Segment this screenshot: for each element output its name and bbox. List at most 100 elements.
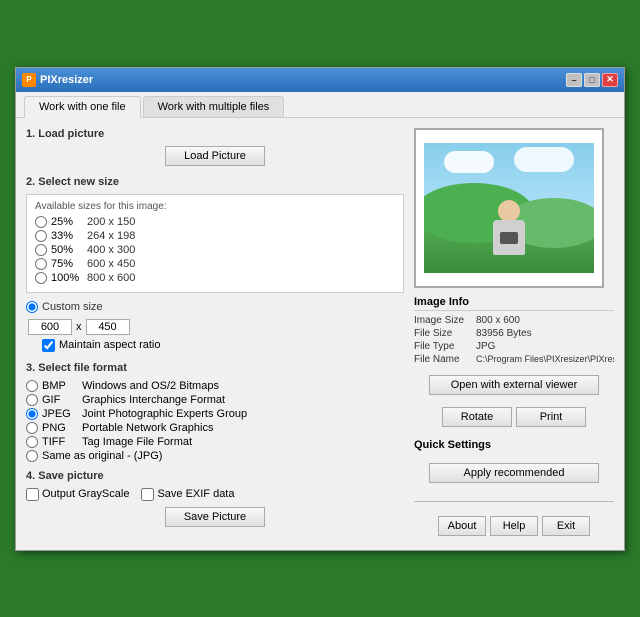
custom-size-inputs: x xyxy=(26,319,404,335)
format-same: Same as original - (JPG) xyxy=(26,450,404,462)
close-button[interactable]: ✕ xyxy=(602,73,618,87)
format-radio-tiff[interactable] xyxy=(26,436,38,448)
format-section: 3. Select file format BMP Windows and OS… xyxy=(26,362,404,462)
about-help-exit-row: About Help Exit xyxy=(414,516,614,536)
file-type-val: JPG xyxy=(476,341,614,352)
maximize-button[interactable]: □ xyxy=(584,73,600,87)
save-section: 4. Save picture Output GrayScale Save EX… xyxy=(26,470,404,527)
apply-recommended-button[interactable]: Apply recommended xyxy=(429,463,599,483)
format-tiff: TIFF Tag Image File Format xyxy=(26,436,404,448)
aspect-ratio-row: Maintain aspect ratio xyxy=(26,339,404,352)
main-content: 1. Load picture Load Picture 2. Select n… xyxy=(16,118,624,550)
main-window: P PIXresizer – □ ✕ Work with one file Wo… xyxy=(15,67,625,551)
print-button[interactable]: Print xyxy=(516,407,586,427)
image-info-title: Image Info xyxy=(414,296,614,311)
file-type-row: File Type JPG xyxy=(414,341,614,352)
size-radio-100[interactable] xyxy=(35,272,47,284)
app-icon: P xyxy=(22,73,36,87)
exif-row: Save EXIF data xyxy=(141,488,234,501)
external-viewer-row: Open with external viewer xyxy=(414,375,614,395)
size-radio-custom[interactable] xyxy=(26,301,38,313)
right-panel: Image Info Image Size 800 x 600 File Siz… xyxy=(414,128,614,540)
rotate-print-row: Rotate Print xyxy=(414,407,614,427)
format-jpeg: JPEG Joint Photographic Experts Group xyxy=(26,408,404,420)
format-radio-same[interactable] xyxy=(26,450,38,462)
window-controls: – □ ✕ xyxy=(566,73,618,87)
size-option-25: 25% 200 x 150 xyxy=(35,216,395,228)
image-size-row: Image Size 800 x 600 xyxy=(414,315,614,326)
save-section-label: 4. Save picture xyxy=(26,470,404,482)
grayscale-label: Output GrayScale xyxy=(42,488,129,500)
quick-settings-label: Quick Settings xyxy=(414,439,614,451)
tabs-bar: Work with one file Work with multiple fi… xyxy=(16,92,624,118)
rotate-button[interactable]: Rotate xyxy=(442,407,512,427)
tab-single-file[interactable]: Work with one file xyxy=(24,96,141,118)
grayscale-checkbox[interactable] xyxy=(26,488,39,501)
custom-height-input[interactable] xyxy=(86,319,130,335)
image-info-section: Image Info Image Size 800 x 600 File Siz… xyxy=(414,296,614,367)
size-radio-75[interactable] xyxy=(35,258,47,270)
format-radio-bmp[interactable] xyxy=(26,380,38,392)
person-figure xyxy=(493,200,525,255)
help-button[interactable]: Help xyxy=(490,516,538,536)
format-section-label: 3. Select file format xyxy=(26,362,404,374)
exif-label: Save EXIF data xyxy=(157,488,234,500)
person-head xyxy=(498,200,520,222)
file-name-key: File Name xyxy=(414,354,472,365)
size-options-box: Available sizes for this image: 25% 200 … xyxy=(26,194,404,293)
window-title: PIXresizer xyxy=(40,74,93,86)
camera-prop xyxy=(500,232,518,244)
size-section-label: 2. Select new size xyxy=(26,176,404,188)
format-radio-gif[interactable] xyxy=(26,394,38,406)
custom-size-radio-row: Custom size xyxy=(26,301,404,313)
grayscale-row: Output GrayScale xyxy=(26,488,129,501)
cloud-1 xyxy=(444,151,494,173)
size-option-75: 75% 600 x 450 xyxy=(35,258,395,270)
file-name-val: C:\Program Files\PIXresizer\PIXresiz xyxy=(476,354,614,365)
image-size-key: Image Size xyxy=(414,315,472,326)
file-size-val: 83956 Bytes xyxy=(476,328,614,339)
format-png: PNG Portable Network Graphics xyxy=(26,422,404,434)
exif-checkbox[interactable] xyxy=(141,488,154,501)
preview-image-content xyxy=(424,143,594,273)
custom-width-input[interactable] xyxy=(28,319,72,335)
size-option-100: 100% 800 x 600 xyxy=(35,272,395,284)
image-size-val: 800 x 600 xyxy=(476,315,614,326)
image-preview xyxy=(414,128,604,288)
available-sizes-label: Available sizes for this image: xyxy=(35,201,395,212)
open-external-button[interactable]: Open with external viewer xyxy=(429,375,599,395)
exit-button[interactable]: Exit xyxy=(542,516,590,536)
size-section: 2. Select new size Available sizes for t… xyxy=(26,176,404,352)
file-name-row: File Name C:\Program Files\PIXresizer\PI… xyxy=(414,354,614,365)
cloud-2 xyxy=(514,147,574,172)
apply-recommended-row: Apply recommended xyxy=(414,463,614,483)
tab-multiple-files[interactable]: Work with multiple files xyxy=(143,96,285,117)
custom-size-label: Custom size xyxy=(42,301,103,313)
size-option-33: 33% 264 x 198 xyxy=(35,230,395,242)
load-section-label: 1. Load picture xyxy=(26,128,404,140)
title-bar: P PIXresizer – □ ✕ xyxy=(16,68,624,92)
left-panel: 1. Load picture Load Picture 2. Select n… xyxy=(26,128,404,540)
person-body xyxy=(493,220,525,255)
size-option-50: 50% 400 x 300 xyxy=(35,244,395,256)
aspect-ratio-checkbox[interactable] xyxy=(42,339,55,352)
format-radio-png[interactable] xyxy=(26,422,38,434)
load-section: 1. Load picture Load Picture xyxy=(26,128,404,166)
file-size-row: File Size 83956 Bytes xyxy=(414,328,614,339)
save-options-row: Output GrayScale Save EXIF data xyxy=(26,488,404,501)
format-bmp: BMP Windows and OS/2 Bitmaps xyxy=(26,380,404,392)
divider xyxy=(414,501,614,502)
about-button[interactable]: About xyxy=(438,516,486,536)
size-radio-25[interactable] xyxy=(35,216,47,228)
aspect-ratio-label: Maintain aspect ratio xyxy=(59,339,161,351)
size-radio-50[interactable] xyxy=(35,244,47,256)
format-radio-jpeg[interactable] xyxy=(26,408,38,420)
size-radio-33[interactable] xyxy=(35,230,47,242)
file-type-key: File Type xyxy=(414,341,472,352)
load-picture-button[interactable]: Load Picture xyxy=(165,146,265,166)
file-size-key: File Size xyxy=(414,328,472,339)
title-bar-left: P PIXresizer xyxy=(22,73,93,87)
minimize-button[interactable]: – xyxy=(566,73,582,87)
format-gif: GIF Graphics Interchange Format xyxy=(26,394,404,406)
save-picture-button[interactable]: Save Picture xyxy=(165,507,265,527)
